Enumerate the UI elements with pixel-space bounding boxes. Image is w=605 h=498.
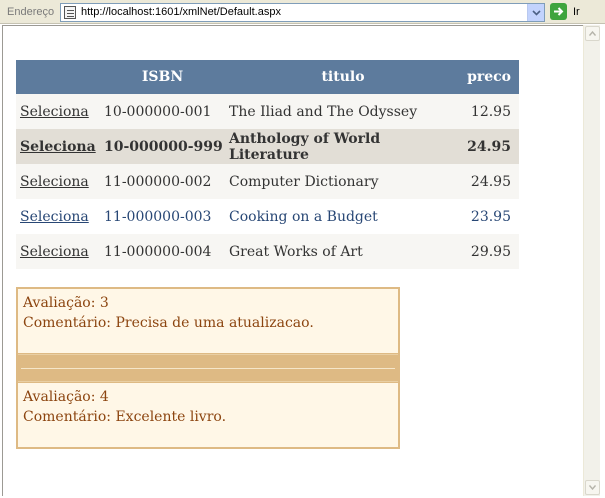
isbn-cell: 10-000000-999 [100,129,225,164]
select-link[interactable]: Seleciona [20,139,96,155]
grid-header-select [16,60,100,94]
select-link[interactable]: Seleciona [20,174,89,190]
preco-cell: 23.95 [461,199,519,234]
address-input[interactable]: http://localhost:1601/xmlNet/Default.asp… [60,3,545,22]
table-row: Seleciona 11-000000-002 Computer Diction… [16,164,519,199]
address-bar: Endereço http://localhost:1601/xmlNet/De… [0,0,605,24]
chevron-down-icon [531,9,541,16]
select-link[interactable]: Seleciona [20,244,89,260]
address-label: Endereço [7,6,55,18]
preco-cell: 12.95 [461,94,519,129]
scroll-up-button[interactable] [585,26,600,41]
review-rating: Avaliação: 4 [23,389,109,405]
scroll-down-button[interactable] [585,480,600,495]
grid-header-isbn: ISBN [100,60,225,94]
chevron-up-icon [589,31,596,36]
vertical-scrollbar[interactable] [583,25,600,496]
isbn-cell: 11-000000-003 [100,199,225,234]
preco-cell: 24.95 [461,164,519,199]
review-rating: Avaliação: 3 [23,295,109,311]
select-link[interactable]: Seleciona [20,104,89,120]
grid-header-row: ISBN titulo preco [16,60,519,94]
titulo-cell: The Iliad and The Odyssey [225,94,461,129]
table-row-selected: Seleciona 10-000000-999 Anthology of Wor… [16,129,519,164]
titulo-cell: Great Works of Art [225,234,461,269]
grid-header-preco: preco [461,60,519,94]
table-row: Seleciona 11-000000-003 Cooking on a Bud… [16,199,519,234]
table-row: Seleciona 11-000000-004 Great Works of A… [16,234,519,269]
go-button[interactable] [550,3,567,20]
books-grid: ISBN titulo preco Seleciona 10-000000-00… [16,60,519,269]
titulo-cell: Computer Dictionary [225,164,461,199]
page-viewport: ISBN titulo preco Seleciona 10-000000-00… [2,25,583,496]
address-dropdown-button[interactable] [527,4,544,21]
select-link[interactable]: Seleciona [20,209,89,225]
go-label[interactable]: Ir [573,6,580,18]
page-icon [64,6,76,19]
address-url[interactable]: http://localhost:1601/xmlNet/Default.asp… [81,6,281,18]
isbn-cell: 11-000000-004 [100,234,225,269]
preco-cell: 24.95 [461,129,519,164]
table-row: Seleciona 10-000000-001 The Iliad and Th… [16,94,519,129]
preco-cell: 29.95 [461,234,519,269]
reviews-list: Avaliação: 3 Comentário: Precisa de uma … [16,287,400,449]
review-item: Avaliação: 3 Comentário: Precisa de uma … [18,289,398,354]
chevron-down-icon [589,485,596,490]
grid-header-titulo: titulo [225,60,461,94]
review-comment: Comentário: Precisa de uma atualizacao. [23,315,314,331]
review-item: Avaliação: 4 Comentário: Excelente livro… [18,382,398,447]
titulo-cell: Anthology of World Literature [225,129,461,164]
isbn-cell: 10-000000-001 [100,94,225,129]
titulo-cell: Cooking on a Budget [225,199,461,234]
review-comment: Comentário: Excelente livro. [23,409,227,425]
isbn-cell: 11-000000-002 [100,164,225,199]
arrow-right-icon [554,7,564,16]
review-separator [18,354,398,382]
